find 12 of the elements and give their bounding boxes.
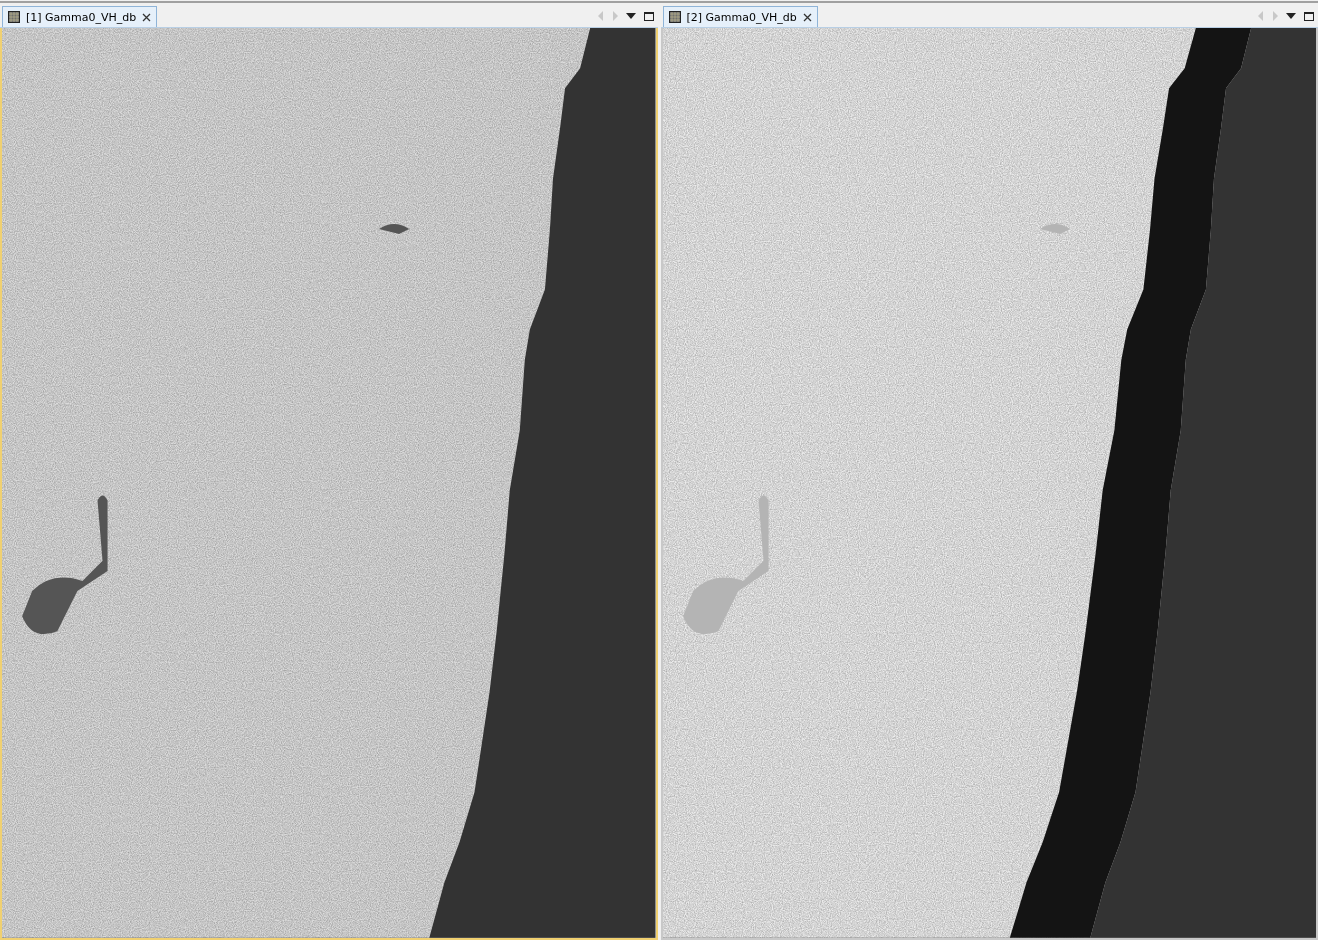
dropdown-icon[interactable]: [625, 13, 636, 20]
maximize-icon[interactable]: [1304, 11, 1314, 21]
tab-label: [1] Gamma0_VH_db: [26, 10, 137, 24]
image-view-tab[interactable]: [2] Gamma0_VH_db: [662, 6, 818, 28]
raster-icon: [668, 11, 681, 24]
maximize-icon[interactable]: [643, 11, 654, 21]
dropdown-icon[interactable]: [1286, 13, 1296, 20]
close-icon[interactable]: [142, 12, 152, 22]
close-icon[interactable]: [802, 12, 812, 22]
raster-icon: [8, 11, 20, 24]
image-view-tab[interactable]: [1] Gamma0_VH_db: [2, 6, 158, 28]
tab-label: [2] Gamma0_VH_db: [686, 10, 797, 24]
